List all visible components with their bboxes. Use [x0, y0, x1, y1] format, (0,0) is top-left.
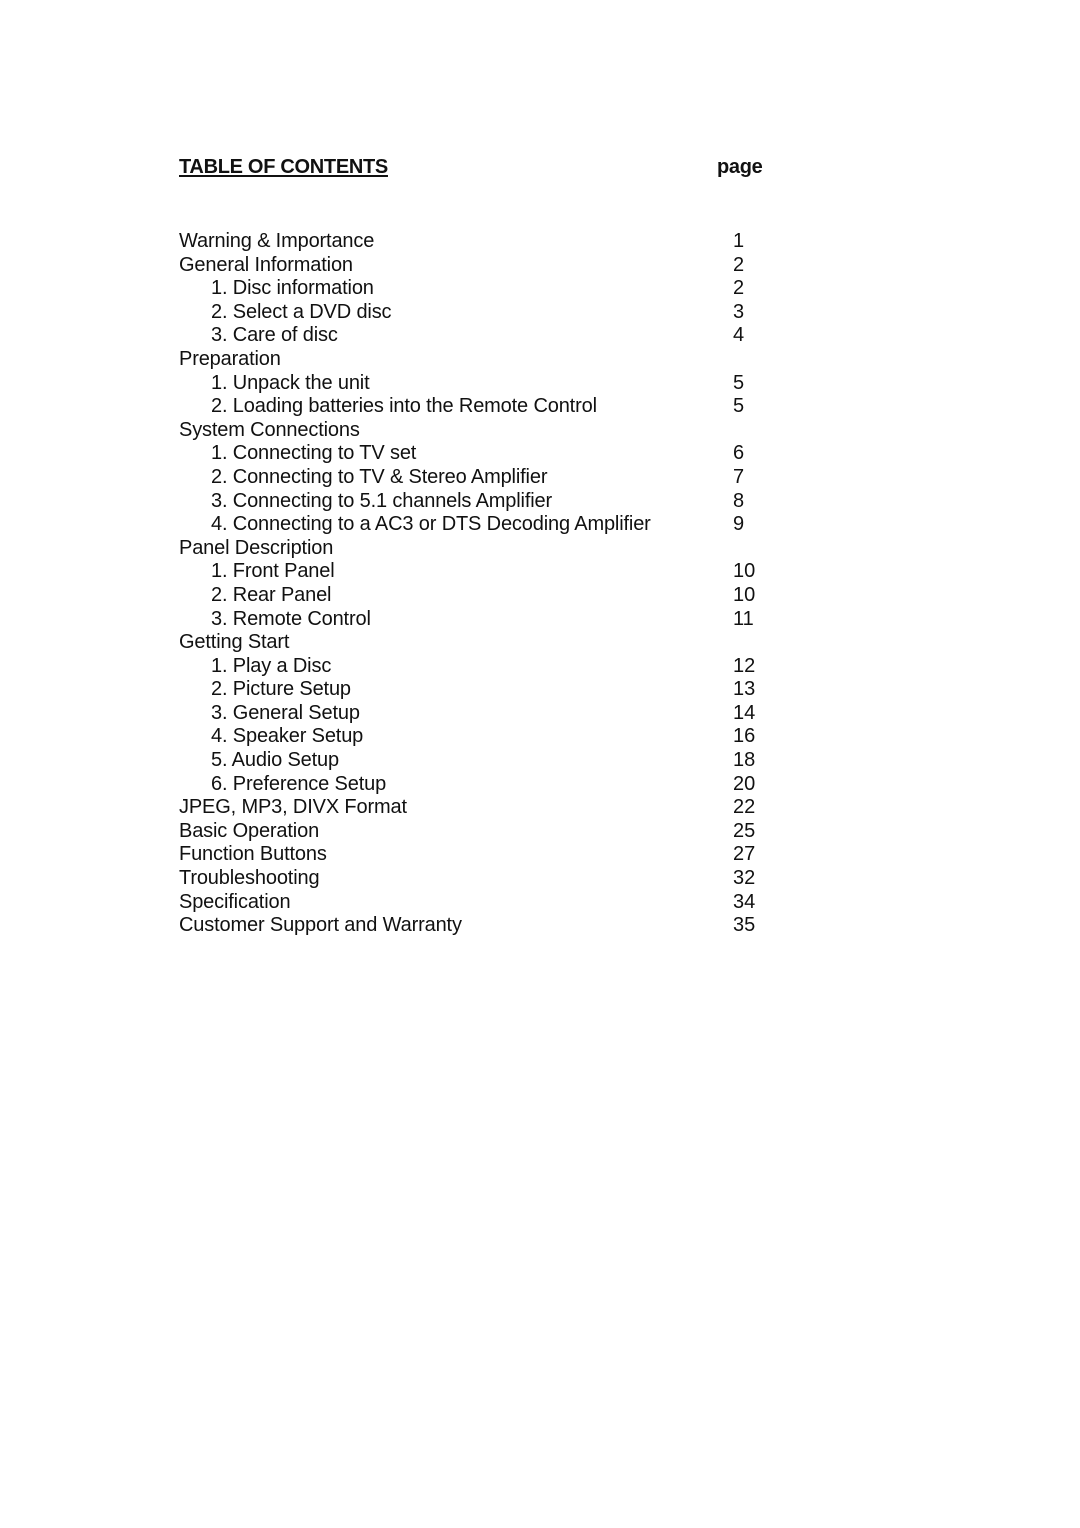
toc-entry-label: 3. General Setup — [211, 701, 360, 724]
toc-entry-label: 4. Connecting to a AC3 or DTS Decoding A… — [211, 513, 651, 536]
toc-entry: Panel Description — [0, 537, 1080, 561]
toc-subentry: 3. Connecting to 5.1 channels Amplifier 8 — [0, 490, 1080, 514]
toc-list: Warning & Importance 1 General Information… — [0, 230, 1080, 938]
toc-entry-page-number: 5 — [733, 371, 745, 394]
page-column-header: page — [717, 156, 763, 178]
toc-subentry: 2. Loading batteries into the Remote Con… — [0, 395, 1080, 419]
toc-entry-label: Preparation — [179, 347, 281, 370]
toc-entry-label: 5. Audio Setup — [211, 749, 340, 772]
toc-subentry: 2. Select a DVD disc 3 — [0, 301, 1080, 325]
toc-entry-label: 2. Picture Setup — [211, 678, 351, 701]
toc-entry-page-number: 10 — [733, 583, 756, 606]
toc-title: TABLE OF CONTENTS — [179, 156, 388, 178]
toc-entry-label: 1. Play a Disc — [211, 654, 332, 677]
toc-entry-page-number: 25 — [733, 819, 756, 842]
toc-entry-label: 3. Remote Control — [211, 607, 371, 630]
toc-entry-label: Customer Support and Warranty — [179, 914, 462, 937]
toc-subentry: 1. Play a Disc 12 — [0, 655, 1080, 679]
toc-entry-label: Panel Description — [179, 536, 334, 559]
toc-entry-label: Basic Operation — [179, 819, 320, 842]
toc-entry-page-number: 13 — [733, 678, 756, 701]
toc-subentry: 4. Connecting to a AC3 or DTS Decoding A… — [0, 513, 1080, 537]
toc-entry-page-number: 2 — [733, 277, 745, 300]
toc-entry-label: 2. Loading batteries into the Remote Con… — [211, 395, 597, 418]
toc-entry-label: Warning & Importance — [179, 230, 375, 252]
toc-entry-page-number: 14 — [733, 701, 756, 724]
toc-entry-page-number: 11 — [733, 607, 754, 630]
toc-subentry: 6. Preference Setup 20 — [0, 773, 1080, 797]
toc-entry-label: Getting Start — [179, 631, 290, 654]
toc-subentry: 2. Connecting to TV & Stereo Amplifier 7 — [0, 466, 1080, 490]
toc-entry-page-number: 16 — [733, 725, 756, 748]
toc-entry-page-number: 34 — [733, 890, 756, 913]
toc-subentry: 3. General Setup 14 — [0, 702, 1080, 726]
document-page: TABLE OF CONTENTS page Warning & Importa… — [0, 0, 1080, 1528]
toc-subentry: 4. Speaker Setup 16 — [0, 725, 1080, 749]
toc-subentry: 1. Connecting to TV set 6 — [0, 442, 1080, 466]
toc-entry-label: JPEG, MP3, DIVX Format — [179, 796, 407, 819]
toc-entry-page-number: 7 — [733, 465, 745, 488]
toc-entry-page-number: 9 — [733, 513, 745, 536]
toc-entry-label: Specification — [179, 890, 291, 913]
toc-entry-page-number: 5 — [733, 395, 745, 418]
toc-entry: Basic Operation 25 — [0, 820, 1080, 844]
toc-entry-label: System Connections — [179, 418, 360, 441]
toc-entry-page-number: 8 — [733, 489, 745, 512]
toc-entry: Specification 34 — [0, 891, 1080, 915]
toc-subentry: 1. Unpack the unit 5 — [0, 372, 1080, 396]
toc-entry-page-number: 3 — [733, 300, 745, 323]
toc-entry-label: General Information — [179, 253, 353, 276]
toc-entry-page-number: 32 — [733, 867, 756, 890]
toc-entry-label: 1. Disc information — [211, 277, 374, 300]
toc-entry: Warning & Importance 1 — [0, 230, 1080, 254]
toc-subentry: 1. Front Panel 10 — [0, 560, 1080, 584]
toc-entry-page-number: 18 — [733, 749, 756, 772]
toc-entry-label: 2. Connecting to TV & Stereo Amplifier — [211, 465, 548, 488]
toc-entry: JPEG, MP3, DIVX Format 22 — [0, 796, 1080, 820]
toc-entry-label: 2. Rear Panel — [211, 583, 332, 606]
toc-entry-page-number: 12 — [733, 654, 756, 677]
toc-entry: Customer Support and Warranty 35 — [0, 914, 1080, 938]
toc-subentry: 3. Remote Control 11 — [0, 608, 1080, 632]
toc-entry-label: Function Buttons — [179, 843, 327, 866]
toc-entry-label: 3. Care of disc — [211, 324, 338, 347]
toc-entry-label: 1. Connecting to TV set — [211, 442, 417, 465]
toc-entry-label: 4. Speaker Setup — [211, 725, 364, 748]
toc-subentry: 2. Picture Setup 13 — [0, 678, 1080, 702]
toc-entry-label: Troubleshooting — [179, 867, 320, 890]
toc-subentry: 5. Audio Setup 18 — [0, 749, 1080, 773]
toc-entry-page-number: 4 — [733, 324, 745, 347]
toc-subentry: 1. Disc information 2 — [0, 277, 1080, 301]
toc-entry-page-number: 22 — [733, 796, 756, 819]
toc-subentry: 3. Care of disc 4 — [0, 324, 1080, 348]
toc-entry-page-number: 1 — [733, 230, 745, 252]
toc-entry: Getting Start — [0, 631, 1080, 655]
toc-entry-page-number: 27 — [733, 843, 756, 866]
toc-entry: Function Buttons 27 — [0, 843, 1080, 867]
toc-entry: System Connections — [0, 419, 1080, 443]
toc-entry-label: 6. Preference Setup — [211, 772, 387, 795]
toc-entry-page-number: 35 — [733, 914, 756, 937]
toc-entry-label: 2. Select a DVD disc — [211, 300, 392, 323]
toc-entry: General Information 2 — [0, 254, 1080, 278]
toc-entry-label: 1. Unpack the unit — [211, 371, 370, 394]
toc-subentry: 2. Rear Panel 10 — [0, 584, 1080, 608]
toc-entry-page-number: 2 — [733, 253, 745, 276]
toc-entry: Preparation — [0, 348, 1080, 372]
toc-entry-page-number: 10 — [733, 560, 756, 583]
toc-entry: Troubleshooting 32 — [0, 867, 1080, 891]
toc-entry-label: 1. Front Panel — [211, 560, 335, 583]
toc-entry-label: 3. Connecting to 5.1 channels Amplifier — [211, 489, 553, 512]
toc-entry-page-number: 20 — [733, 772, 756, 795]
toc-entry-page-number: 6 — [733, 442, 745, 465]
